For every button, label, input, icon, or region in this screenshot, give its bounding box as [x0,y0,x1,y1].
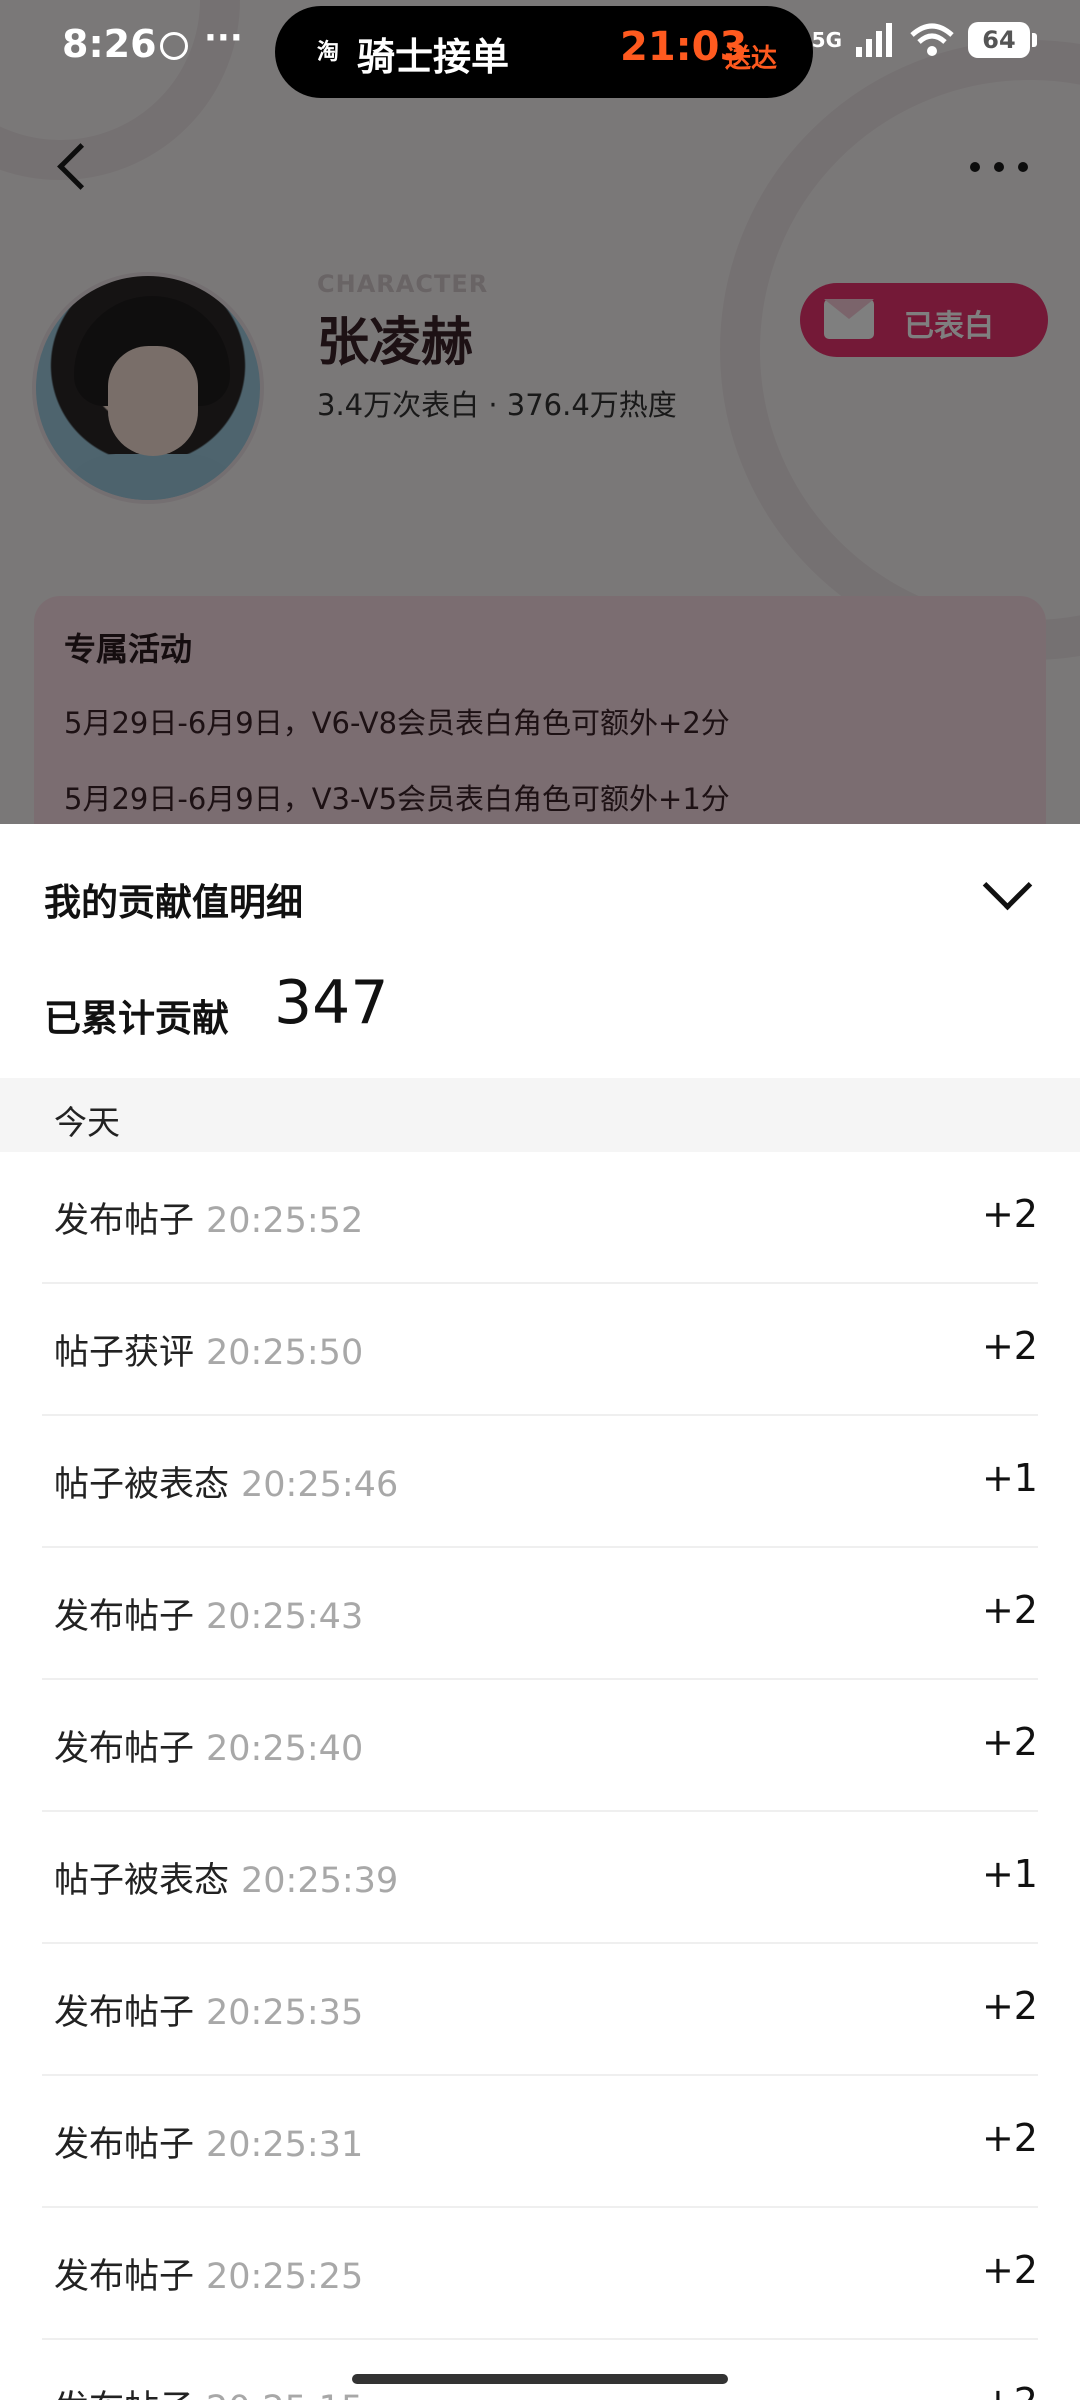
list-item-time: 20:25:43 [206,1597,364,1637]
list-item-points: +1 [981,1852,1038,1896]
list-item: 发布帖子 20:25:31 +2 [42,2076,1038,2208]
collapse-chevron-button[interactable] [976,866,1040,922]
list-item-title: 发布帖子 20:25:31 [54,2125,364,2165]
list-item: 帖子被表态 20:25:39 +1 [42,1812,1038,1944]
list-item: 发布帖子 20:25:35 +2 [42,1944,1038,2076]
list-item-time: 20:25:15 [206,2389,363,2400]
list-item: 帖子被表态 20:25:46 +1 [42,1416,1038,1548]
list-item-title: 帖子被表态 20:25:46 [54,1465,399,1505]
list-item-time: 20:25:39 [241,1861,399,1901]
list-item-points: +2 [982,2380,1038,2400]
home-indicator[interactable] [352,2374,728,2384]
list-item: 发布帖子 20:25:52 +2 [42,1152,1038,1284]
contribution-detail-sheet: 我的贡献值明细 已累计贡献 347 今天 发布帖子 20:25:52 +2 帖子获… [0,824,1080,2400]
list-item-time: 20:25:25 [206,2257,364,2297]
list-item-title: 发布帖子 20:25:25 [54,2257,364,2297]
list-item: 发布帖子 20:25:43 +2 [42,1548,1038,1680]
total-contribution-label: 已累计贡献 [44,997,229,1040]
list-item-title: 发布帖子 20:25:52 [54,1201,364,1241]
list-item-time: 20:25:40 [206,1729,364,1769]
list-item-points: +2 [981,1720,1038,1764]
more-notifications-icon: ··· [204,18,243,58]
wifi-icon [910,23,954,56]
list-item-time: 20:25:31 [206,2125,364,2165]
system-indicators: 5G 64 [811,22,1037,58]
list-item-points: +2 [981,1192,1038,1236]
list-item-points: +2 [981,2116,1038,2160]
delivery-eta-suffix: 送达 [725,44,778,74]
live-activity-title: 骑士接单 [357,35,510,79]
list-item-title: 发布帖子 20:25:43 [54,1597,364,1637]
list-item-title: 帖子被表态 20:25:39 [54,1861,399,1901]
list-item-title: 发布帖子 20:25:35 [54,1993,364,2033]
status-time: 8:26 [62,22,157,66]
sheet-title: 我的贡献值明细 [44,881,303,924]
live-activity-pill[interactable]: 淘 骑士接单 21:03 送达 [275,6,813,98]
list-item-points: +2 [981,1324,1038,1368]
list-item-title: 帖子获评 20:25:50 [54,1333,364,1373]
taobao-logo-icon: 淘 [316,40,339,65]
list-item-title: 发布帖子 20:25:40 [54,1729,364,1769]
weibo-notification-icon [160,32,188,60]
list-item: 发布帖子20:25:15 +2 [42,2340,1038,2400]
list-item-points: +2 [981,2248,1038,2292]
list-item: 帖子获评 20:25:50 +2 [42,1284,1038,1416]
list-item-time: 20:25:52 [206,1201,364,1241]
list-item-title: 发布帖子20:25:15 [54,2380,363,2400]
list-item-time: 20:25:50 [206,1333,364,1373]
signal-icon [856,23,892,57]
list-item: 发布帖子 20:25:40 +2 [42,1680,1038,1812]
list-item-points: +1 [981,1456,1038,1500]
network-type: 5G [811,28,842,52]
list-item-time: 20:25:46 [241,1465,399,1505]
list-item-points: +2 [981,1984,1038,2028]
section-label: 今天 [54,1103,120,1142]
list-item: 发布帖子 20:25:25 +2 [42,2208,1038,2340]
list-item-time: 20:25:35 [206,1993,364,2033]
battery-icon: 64 [968,22,1037,58]
list-item-points: +2 [981,1588,1038,1632]
section-header-today: 今天 [0,1078,1080,1152]
contribution-list[interactable]: 发布帖子 20:25:52 +2 帖子获评 20:25:50 +2 帖子被表态 20:… [0,1152,1080,2400]
modal-backdrop[interactable] [0,0,1080,824]
total-contribution-value: 347 [274,968,389,1038]
